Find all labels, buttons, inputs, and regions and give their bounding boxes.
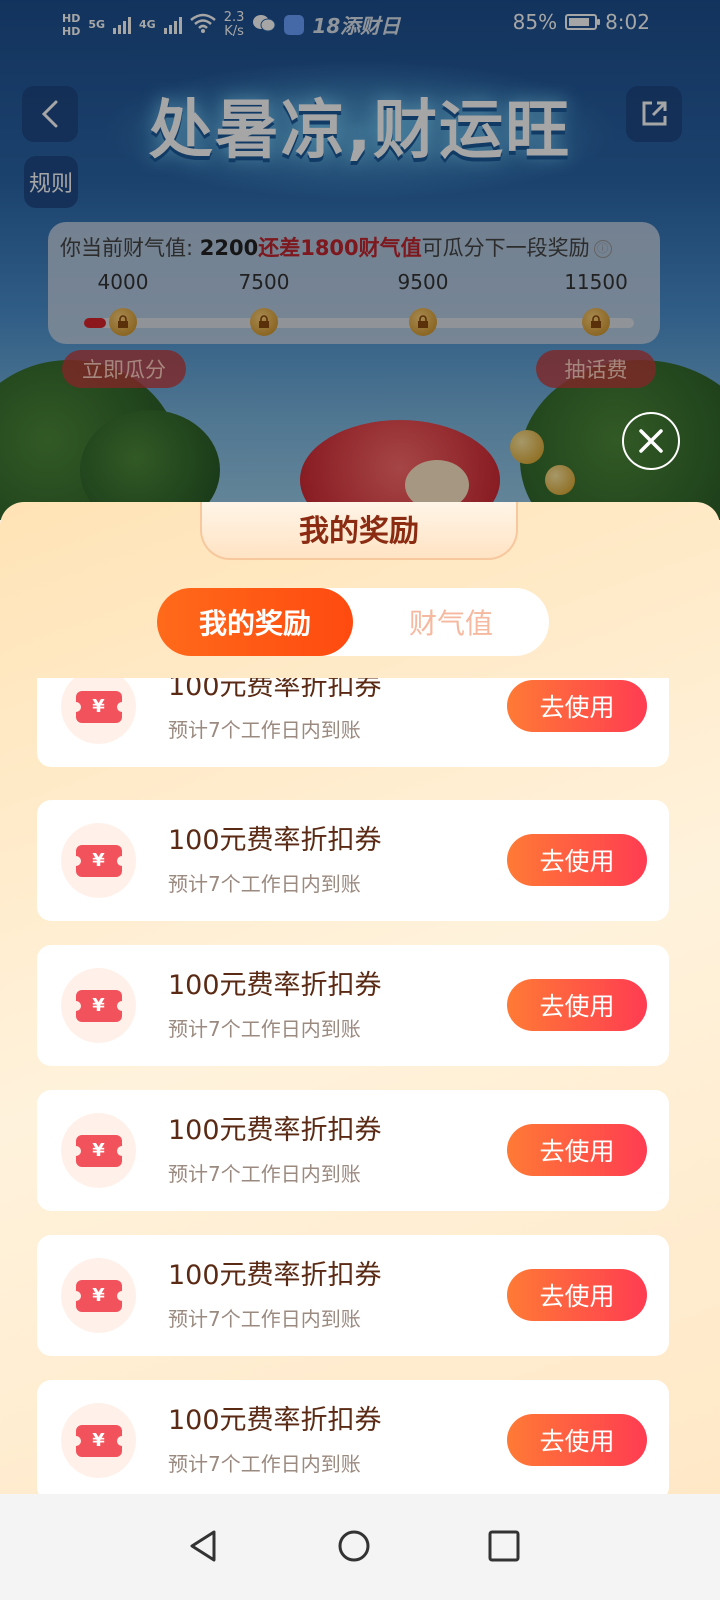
coupon-icon: ¥ bbox=[61, 968, 136, 1043]
reward-subtitle: 预计7个工作日内到账 bbox=[168, 872, 361, 896]
reward-title: 100元费率折扣券 bbox=[168, 825, 382, 856]
use-button[interactable]: 去使用 bbox=[507, 680, 647, 732]
coupon-icon: ¥ bbox=[61, 823, 136, 898]
reward-title: 100元费率折扣券 bbox=[168, 970, 382, 1001]
sheet-header: 我的奖励 bbox=[200, 502, 518, 560]
sheet-title: 我的奖励 bbox=[299, 514, 419, 549]
use-button[interactable]: 去使用 bbox=[507, 1269, 647, 1321]
reward-title: 100元费率折扣券 bbox=[168, 1260, 382, 1291]
coupon-icon: ¥ bbox=[61, 1258, 136, 1333]
reward-title: 100元费率折扣券 bbox=[168, 1405, 382, 1436]
coupon-icon: ¥ bbox=[61, 678, 136, 744]
reward-card: ¥ 100元费率折扣券 预计7个工作日内到账 去使用 bbox=[37, 1090, 669, 1211]
coupon-icon: ¥ bbox=[61, 1113, 136, 1188]
square-recents-icon[interactable] bbox=[486, 1528, 522, 1564]
reward-card: ¥ 100元费率折扣券 预计7个工作日内到账 去使用 bbox=[37, 1380, 669, 1494]
tab-bar: 我的奖励 财气值 bbox=[157, 588, 549, 656]
reward-subtitle: 预计7个工作日内到账 bbox=[168, 1452, 361, 1476]
circle-home-icon[interactable] bbox=[336, 1528, 372, 1564]
rewards-list[interactable]: ¥ 100元费率折扣券 预计7个工作日内到账 去使用 ¥ 100元费率折扣券 预… bbox=[37, 678, 669, 1494]
tab-my-rewards[interactable]: 我的奖励 bbox=[157, 588, 353, 656]
reward-card: ¥ 100元费率折扣券 预计7个工作日内到账 去使用 bbox=[37, 800, 669, 921]
use-button[interactable]: 去使用 bbox=[507, 1414, 647, 1466]
reward-subtitle: 预计7个工作日内到账 bbox=[168, 718, 361, 742]
reward-subtitle: 预计7个工作日内到账 bbox=[168, 1307, 361, 1331]
tab-fortune-value[interactable]: 财气值 bbox=[353, 588, 549, 656]
reward-card: ¥ 100元费率折扣券 预计7个工作日内到账 去使用 bbox=[37, 945, 669, 1066]
triangle-back-icon[interactable] bbox=[186, 1528, 222, 1564]
rewards-sheet: 我的奖励 我的奖励 财气值 ¥ 100元费率折扣券 预计7个工作日内到账 去使用… bbox=[0, 502, 720, 1494]
use-button[interactable]: 去使用 bbox=[507, 979, 647, 1031]
system-nav-bar bbox=[0, 1494, 720, 1600]
reward-title: 100元费率折扣券 bbox=[168, 678, 382, 702]
close-button[interactable] bbox=[622, 412, 680, 470]
close-icon bbox=[639, 429, 663, 453]
reward-title: 100元费率折扣券 bbox=[168, 1115, 382, 1146]
modal-backdrop[interactable] bbox=[0, 0, 720, 520]
reward-card: ¥ 100元费率折扣券 预计7个工作日内到账 去使用 bbox=[37, 678, 669, 767]
reward-subtitle: 预计7个工作日内到账 bbox=[168, 1162, 361, 1186]
reward-subtitle: 预计7个工作日内到账 bbox=[168, 1017, 361, 1041]
reward-card: ¥ 100元费率折扣券 预计7个工作日内到账 去使用 bbox=[37, 1235, 669, 1356]
coupon-icon: ¥ bbox=[61, 1403, 136, 1478]
use-button[interactable]: 去使用 bbox=[507, 1124, 647, 1176]
use-button[interactable]: 去使用 bbox=[507, 834, 647, 886]
